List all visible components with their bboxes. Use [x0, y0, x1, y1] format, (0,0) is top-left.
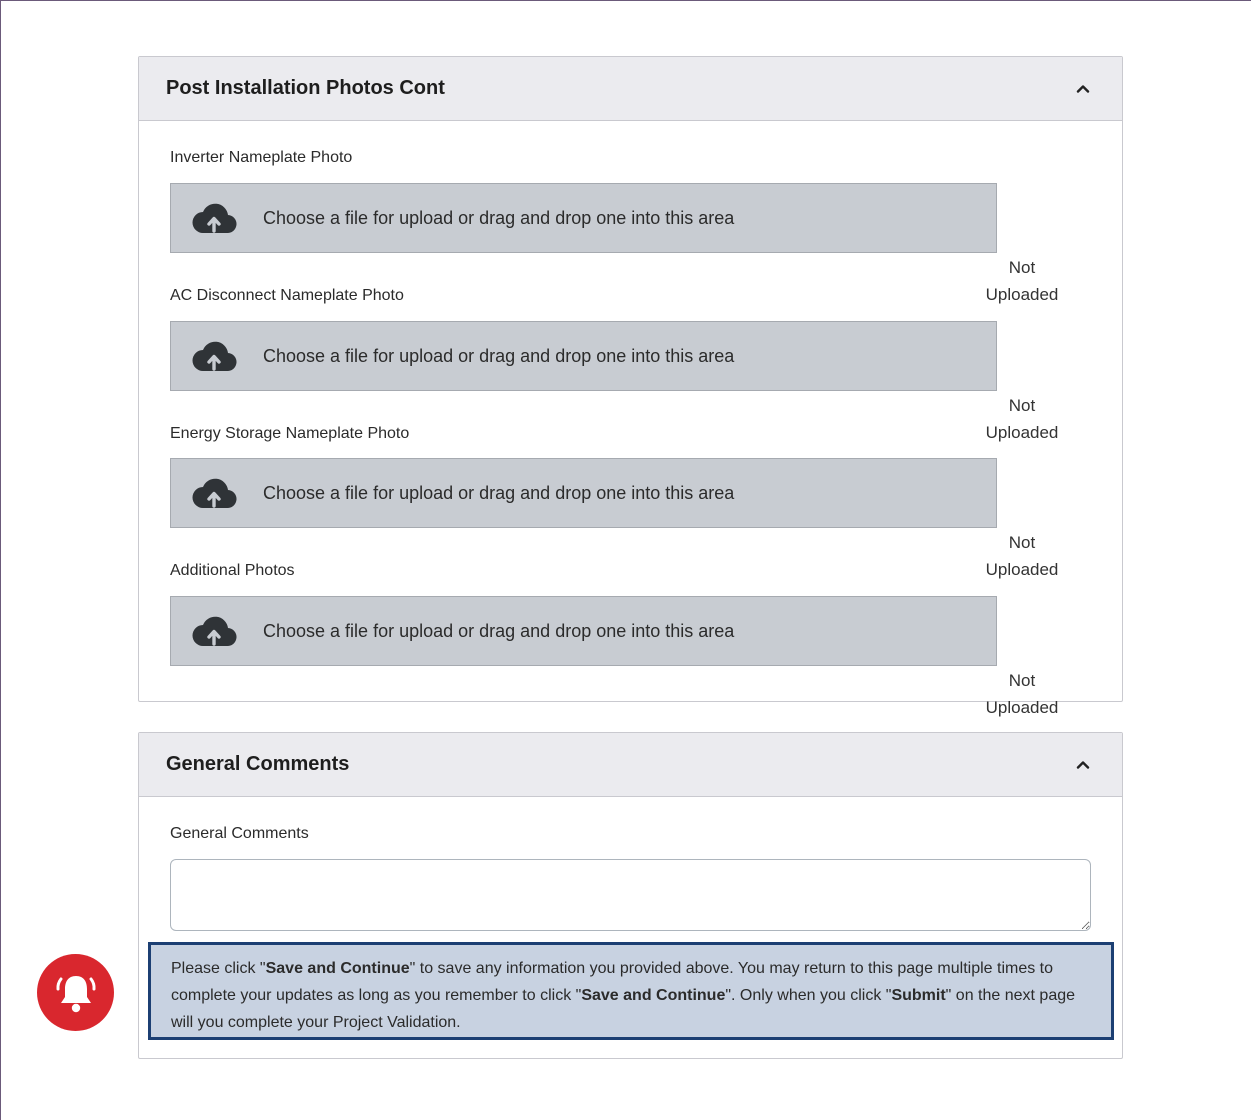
- dropzone-text: Choose a file for upload or drag and dro…: [263, 620, 735, 641]
- upload-status: Not Uploaded: [984, 392, 1060, 446]
- status-line: Uploaded: [985, 698, 1059, 717]
- status-line: Uploaded: [985, 560, 1059, 579]
- photos-card: Post Installation Photos Cont Inverter N…: [138, 56, 1123, 717]
- file-dropzone[interactable]: Choose a file for upload or drag and dro…: [170, 458, 997, 528]
- notice-submit-emphasis: Submit: [891, 987, 946, 1004]
- comments-label: General Comments: [170, 825, 309, 842]
- photos-card-title: Post Installation Photos Cont: [166, 77, 445, 99]
- upload-label: Inverter Nameplate Photo: [170, 149, 353, 166]
- dropzone-text: Choose a file for upload or drag and dro…: [263, 345, 735, 366]
- upload-label: Additional Photos: [170, 562, 295, 579]
- save-reminder-notice: Please click "Save and Continue" to save…: [148, 942, 1114, 1040]
- notice-save-emphasis: Save and Continue: [581, 987, 726, 1004]
- status-line: Not: [1008, 396, 1036, 415]
- chevron-up-icon[interactable]: [1072, 78, 1094, 100]
- upload-status: Not Uploaded: [984, 254, 1060, 308]
- bell-icon: [37, 954, 114, 1031]
- upload-status: Not Uploaded: [984, 529, 1060, 583]
- dropzone-text: Choose a file for upload or drag and dro…: [263, 207, 735, 228]
- photos-card-header[interactable]: Post Installation Photos Cont: [139, 57, 1122, 121]
- status-line: Not: [1008, 533, 1036, 552]
- upload-status: Not Uploaded: [984, 667, 1060, 721]
- cloud-upload-icon: [191, 341, 237, 378]
- status-line: Uploaded: [985, 423, 1059, 442]
- notice-text: ". Only when you click ": [725, 987, 892, 1004]
- cloud-upload-icon: [191, 478, 237, 515]
- notice-text: Please click ": [171, 960, 266, 977]
- status-line: Uploaded: [985, 285, 1059, 304]
- upload-label: Energy Storage Nameplate Photo: [170, 425, 410, 442]
- cloud-upload-icon: [191, 203, 237, 240]
- comments-card-title: General Comments: [166, 753, 350, 775]
- chevron-up-icon[interactable]: [1072, 754, 1094, 776]
- file-dropzone[interactable]: Choose a file for upload or drag and dro…: [170, 183, 997, 253]
- status-line: Not: [1008, 258, 1036, 277]
- comments-card-header[interactable]: General Comments: [139, 733, 1122, 797]
- status-line: Not: [1008, 671, 1036, 690]
- file-dropzone[interactable]: Choose a file for upload or drag and dro…: [170, 596, 997, 666]
- cloud-upload-icon: [191, 616, 237, 653]
- general-comments-textarea[interactable]: [170, 859, 1091, 931]
- notice-save-emphasis: Save and Continue: [265, 960, 410, 977]
- upload-label: AC Disconnect Nameplate Photo: [170, 287, 404, 304]
- file-dropzone[interactable]: Choose a file for upload or drag and dro…: [170, 321, 997, 391]
- dropzone-text: Choose a file for upload or drag and dro…: [263, 482, 735, 503]
